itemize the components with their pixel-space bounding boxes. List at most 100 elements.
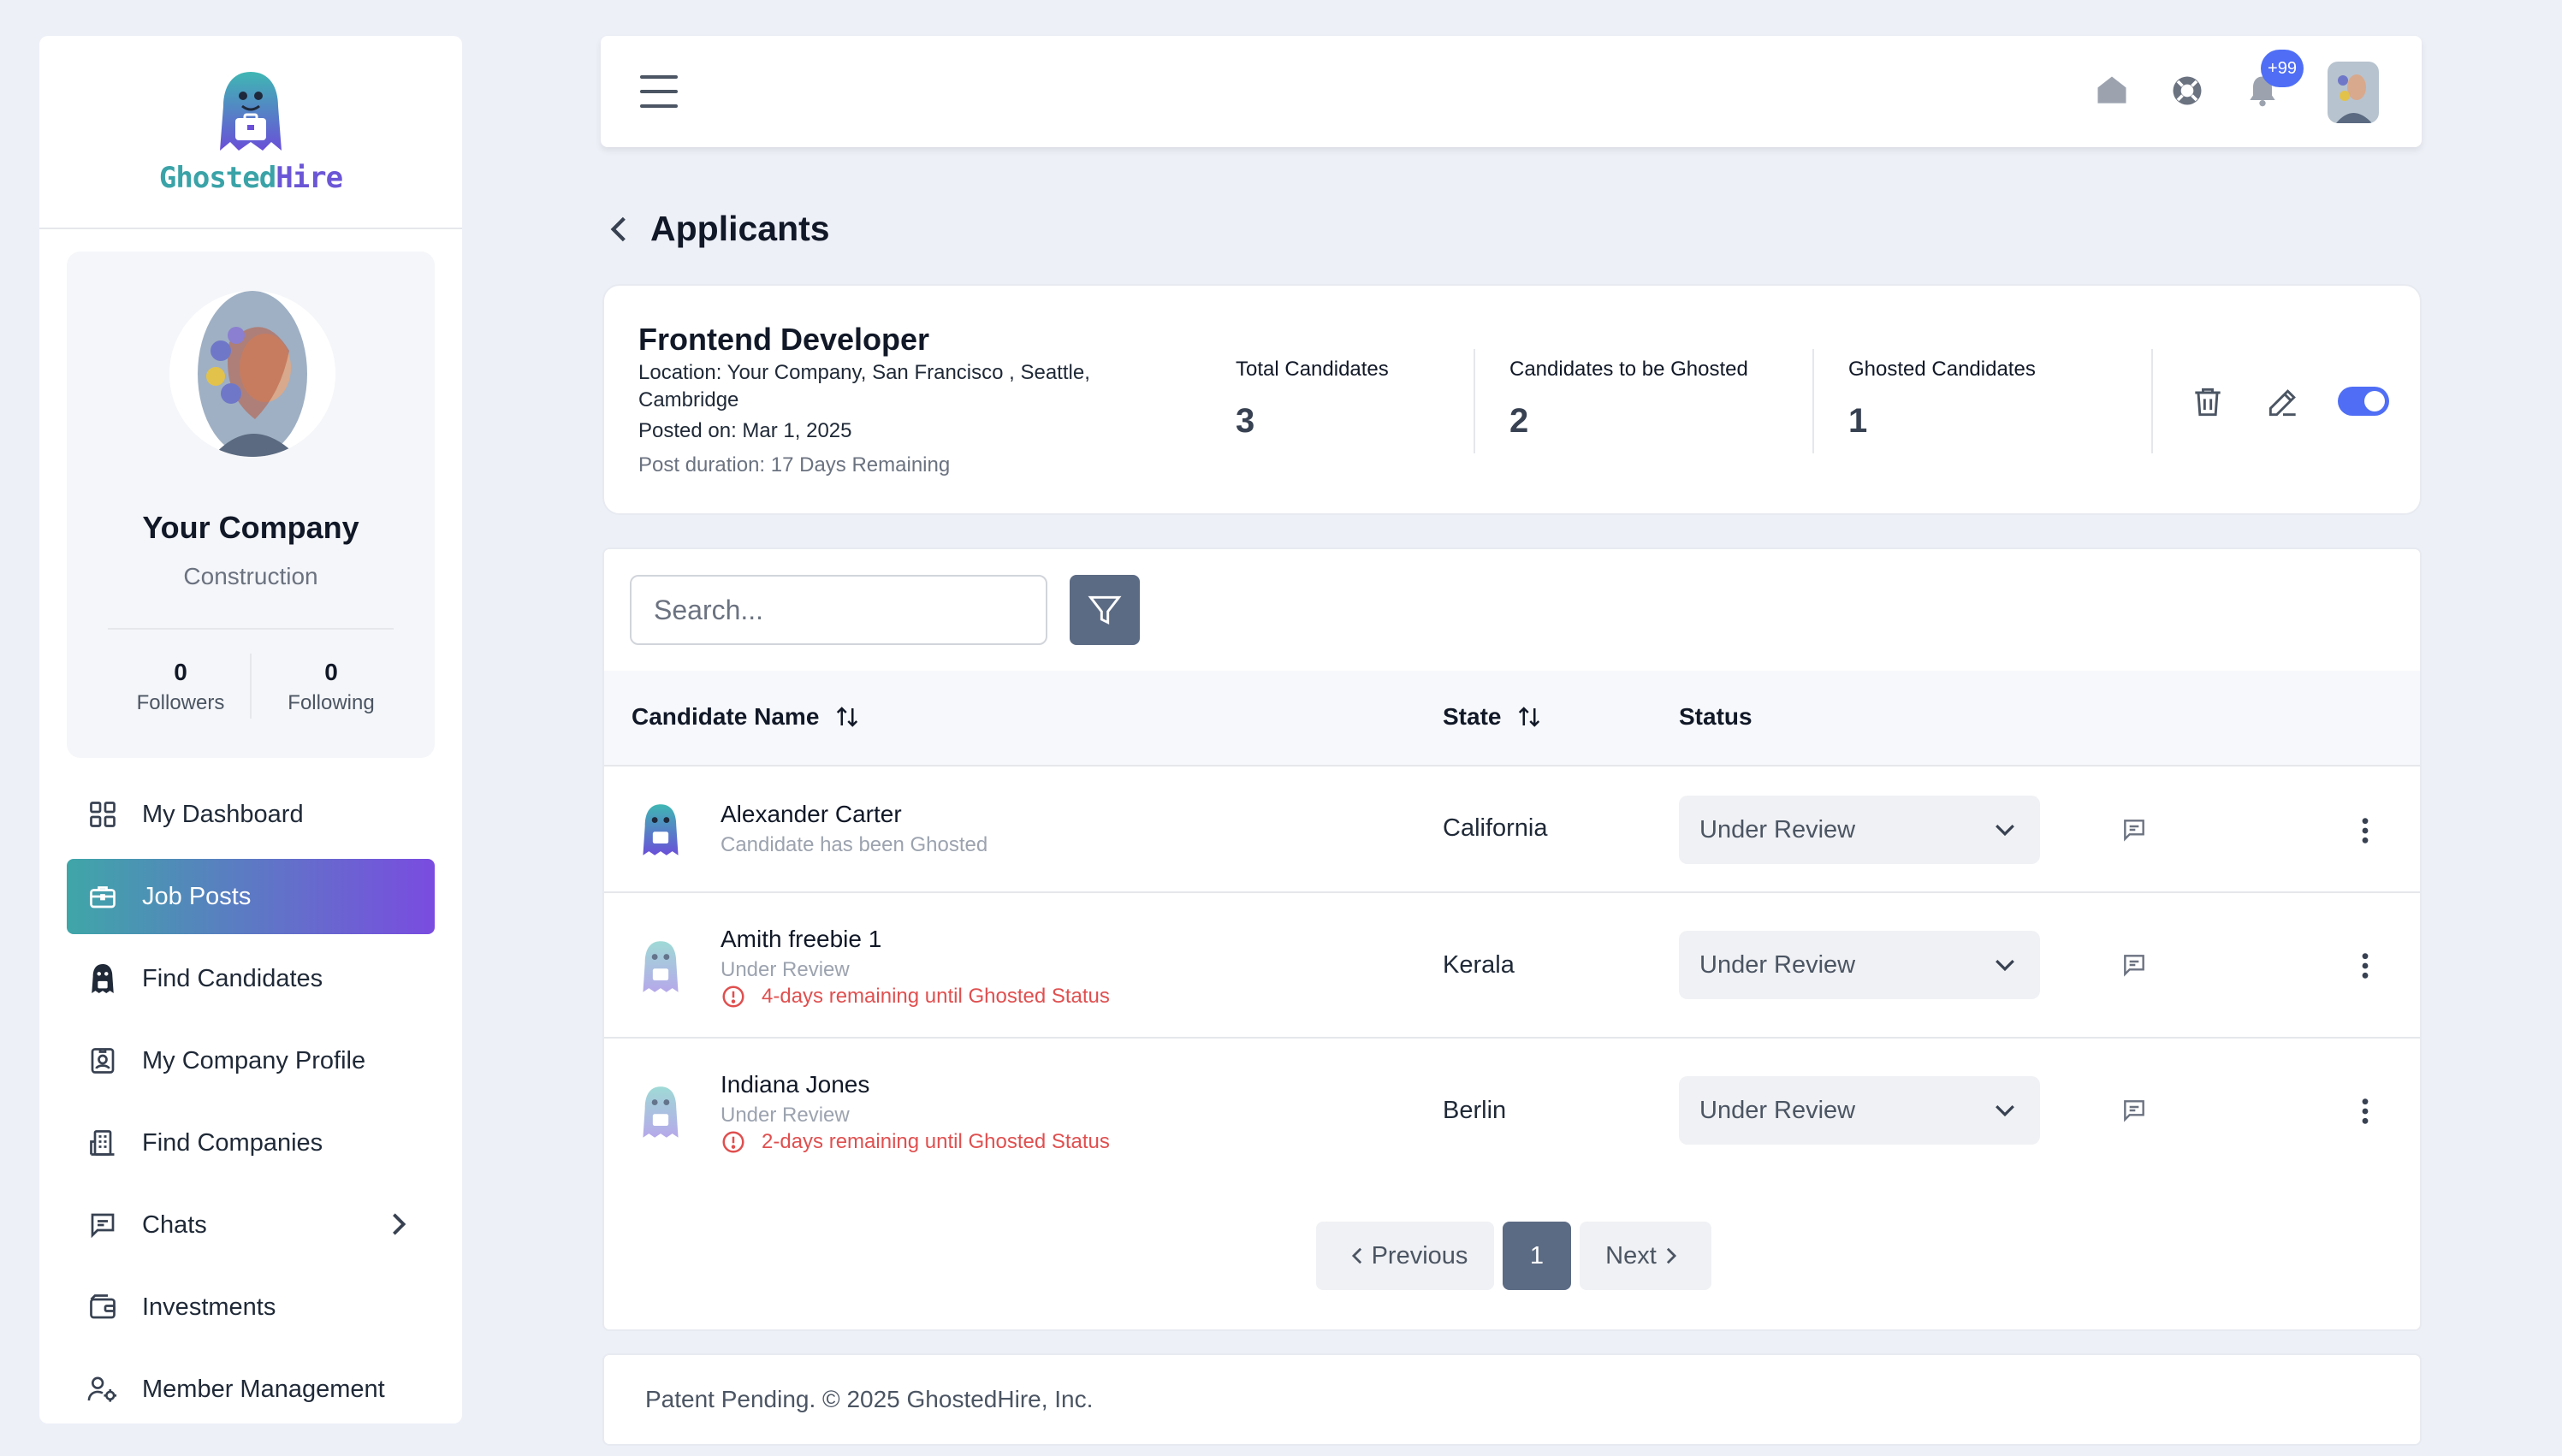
filter-button[interactable] <box>1070 575 1140 645</box>
user-avatar[interactable] <box>2328 62 2379 123</box>
kpi-value: 2 <box>1509 402 1529 440</box>
search-input[interactable] <box>630 575 1047 645</box>
more-vertical-icon[interactable] <box>2360 951 2370 980</box>
candidate-state: California <box>1443 814 1548 842</box>
sidebar-item-label: Member Management <box>142 1375 385 1403</box>
job-summary-card: Frontend Developer Location: Your Compan… <box>602 284 2422 515</box>
trash-icon[interactable] <box>2189 383 2227 421</box>
candidate-status-text: Under Review <box>721 958 850 981</box>
candidate-name[interactable]: Alexander Carter <box>721 801 902 828</box>
candidate-name[interactable]: Amith freebie 1 <box>721 926 881 953</box>
table-row[interactable]: Alexander Carter Candidate has been Ghos… <box>604 766 2420 893</box>
building-icon <box>86 1126 120 1160</box>
warning-text: 4-days remaining until Ghosted Status <box>762 985 1110 1008</box>
id-badge-icon <box>86 1044 120 1078</box>
briefcase-icon <box>86 879 120 914</box>
kpi-label: Ghosted Candidates <box>1848 358 2036 381</box>
pagination-next-button[interactable]: Next <box>1580 1222 1711 1290</box>
candidate-status-text: Under Review <box>721 1104 850 1127</box>
sidebar-item-label: Find Candidates <box>142 964 323 992</box>
column-candidate-name[interactable]: Candidate Name <box>632 703 860 731</box>
alert-circle-icon <box>722 985 744 1008</box>
sidebar-item-my-dashboard[interactable]: My Dashboard <box>67 777 435 852</box>
company-industry: Construction <box>183 563 318 589</box>
message-icon[interactable] <box>2120 816 2148 843</box>
pagination-label: Next <box>1605 1241 1657 1270</box>
home-icon[interactable] <box>2093 72 2131 109</box>
sidebar-item-chats[interactable]: Chats <box>67 1187 435 1263</box>
pagination-previous-button[interactable]: Previous <box>1316 1222 1494 1290</box>
kpi-label: Total Candidates <box>1236 358 1389 381</box>
support-icon[interactable] <box>2168 72 2206 109</box>
profile-card: Your Company Construction 0 Followers 0 … <box>67 252 435 758</box>
pagination-page-button[interactable]: 1 <box>1503 1222 1571 1290</box>
sidebar-item-label: Job Posts <box>142 882 252 910</box>
message-icon[interactable] <box>2120 951 2148 979</box>
sidebar-item-label: Find Companies <box>142 1128 323 1157</box>
followers-stat[interactable]: 0 Followers <box>108 659 253 715</box>
kpi-label: Candidates to be Ghosted <box>1509 358 1748 381</box>
user-gear-icon <box>86 1372 120 1406</box>
footer-text: Patent Pending. © 2025 GhostedHire, Inc. <box>645 1386 1094 1412</box>
message-icon[interactable] <box>2120 1097 2148 1124</box>
edit-icon[interactable] <box>2264 383 2302 421</box>
candidate-name[interactable]: Indiana Jones <box>721 1071 869 1098</box>
kpi-total-candidates: Total Candidates 3 <box>1236 358 1389 441</box>
following-count: 0 <box>324 659 338 685</box>
chevron-left-icon <box>1351 1247 1361 1264</box>
followers-count: 0 <box>174 659 187 685</box>
column-state[interactable]: State <box>1443 703 1542 731</box>
kpi-value: 3 <box>1236 402 1255 440</box>
footer: Patent Pending. © 2025 GhostedHire, Inc. <box>602 1353 2422 1446</box>
divider <box>1812 349 1814 453</box>
sidebar-item-find-candidates[interactable]: Find Candidates <box>67 941 435 1016</box>
kpi-candidates-to-be-ghosted: Candidates to be Ghosted 2 <box>1509 358 1748 441</box>
warning-text: 2-days remaining until Ghosted Status <box>762 1130 1110 1153</box>
more-vertical-icon[interactable] <box>2360 816 2370 845</box>
sidebar-item-my-company-profile[interactable]: My Company Profile <box>67 1023 435 1098</box>
sidebar-item-label: Chats <box>142 1210 207 1239</box>
ghost-logo-icon <box>220 72 282 151</box>
column-label: State <box>1443 703 1502 730</box>
candidate-status-text: Candidate has been Ghosted <box>721 833 988 856</box>
following-label: Following <box>288 691 375 714</box>
sidebar-item-job-posts[interactable]: Job Posts <box>67 859 435 934</box>
table-row[interactable]: Amith freebie 1 Under Review 4-days rema… <box>604 893 2420 1039</box>
sidebar-item-label: My Company Profile <box>142 1046 366 1074</box>
sidebar-item-investments[interactable]: Investments <box>67 1270 435 1345</box>
job-duration: Post duration: 17 Days Remaining <box>638 453 951 476</box>
following-stat[interactable]: 0 Following <box>258 659 404 715</box>
kpi-ghosted-candidates: Ghosted Candidates 1 <box>1848 358 2036 441</box>
menu-icon[interactable] <box>640 75 678 108</box>
back-button[interactable] <box>609 212 635 246</box>
kpi-value: 1 <box>1848 402 1868 440</box>
column-label: Status <box>1679 703 1752 730</box>
sidebar-item-find-companies[interactable]: Find Companies <box>67 1105 435 1181</box>
table-header: Candidate Name State Status <box>604 671 2420 766</box>
status-select[interactable]: Under Review <box>1679 796 2040 864</box>
candidate-state: Kerala <box>1443 951 1515 979</box>
divider <box>108 628 394 630</box>
column-status: Status <box>1679 703 1752 731</box>
logo[interactable]: GhostedHire <box>39 36 462 229</box>
job-location: Location: Your Company, San Francisco , … <box>638 361 1090 411</box>
job-active-toggle[interactable] <box>2338 387 2389 416</box>
ghost-avatar-icon <box>643 804 679 855</box>
sort-icon <box>1519 707 1540 727</box>
sidebar: GhostedHire Your Company Construction 0 … <box>39 36 462 1423</box>
ghost-avatar-icon <box>643 1086 679 1138</box>
company-avatar[interactable] <box>169 291 335 457</box>
applicants-table-card: Candidate Name State Status Alexander Ca… <box>602 547 2422 1331</box>
alert-circle-icon <box>722 1131 744 1153</box>
status-select[interactable]: Under Review <box>1679 931 2040 999</box>
status-select[interactable]: Under Review <box>1679 1076 2040 1145</box>
candidate-state: Berlin <box>1443 1097 1507 1124</box>
chevron-down-icon <box>1996 959 2014 972</box>
table-row[interactable]: Indiana Jones Under Review 2-days remain… <box>604 1039 2420 1184</box>
chat-icon <box>86 1208 120 1242</box>
ghost-countdown-warning: 2-days remaining until Ghosted Status <box>721 1129 1110 1155</box>
sort-icon <box>837 707 858 727</box>
sidebar-item-member-management[interactable]: Member Management <box>67 1352 435 1427</box>
more-vertical-icon[interactable] <box>2360 1097 2370 1126</box>
brand-name: GhostedHire <box>158 161 343 195</box>
